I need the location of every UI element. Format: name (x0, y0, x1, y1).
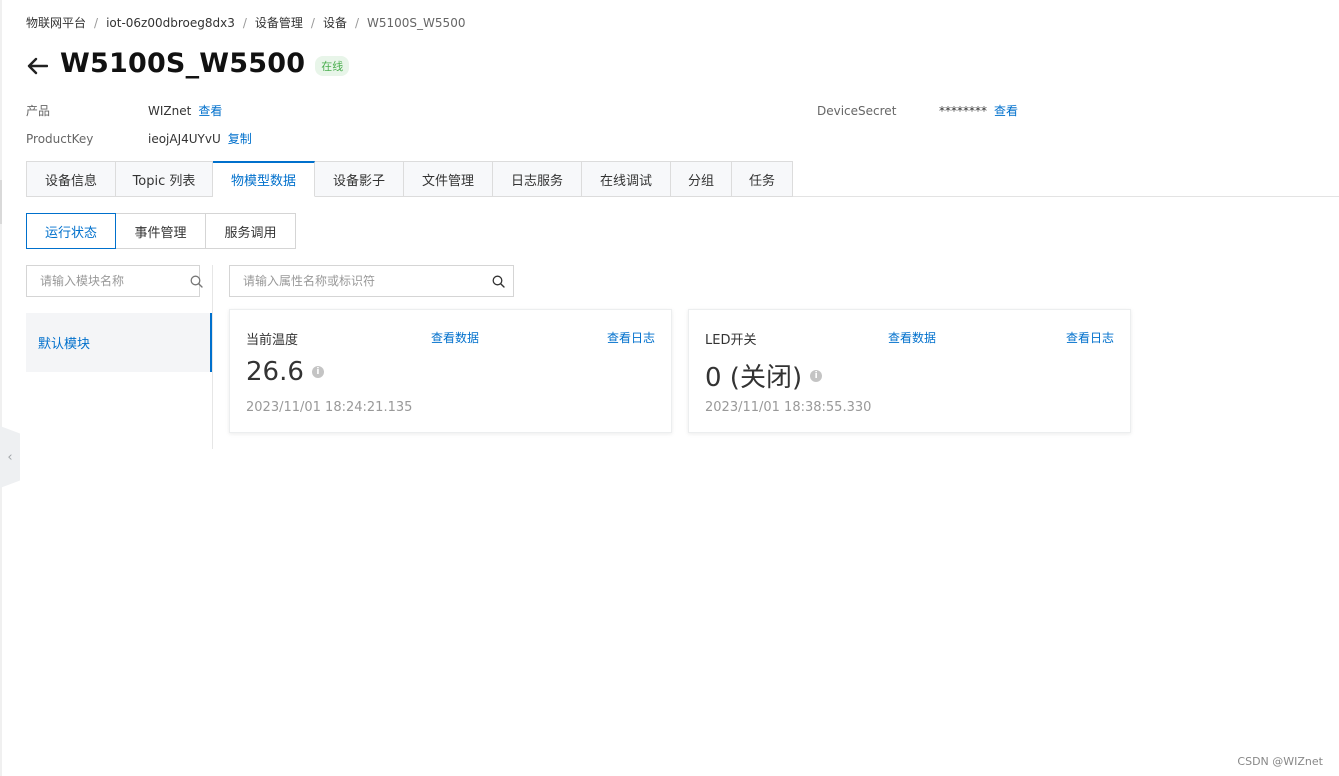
breadcrumb-separator: / (354, 15, 360, 30)
property-name: 当前温度 (246, 333, 299, 348)
breadcrumb-device[interactable]: 设备 (323, 14, 347, 31)
breadcrumb-separator: / (242, 15, 247, 30)
search-icon[interactable] (190, 266, 203, 296)
main-tabs: 设备信息 Topic 列表 物模型数据 设备影子 文件管理 日志服务 在线调试 … (26, 161, 793, 197)
product-label: 产品 (26, 104, 51, 118)
left-edge (0, 0, 2, 776)
breadcrumb-instance[interactable]: iot-06z00dbroeg8dx3 (106, 16, 235, 30)
tab-online-debug[interactable]: 在线调试 (582, 161, 671, 197)
property-value-row: 0 (关闭) i (705, 357, 823, 394)
productkey-label: ProductKey (26, 131, 94, 146)
sidebar-expand-handle[interactable]: ‹ (0, 426, 20, 488)
chevron-left-icon: ‹ (7, 449, 13, 465)
sub-tabs: 运行状态 事件管理 服务调用 (26, 213, 296, 249)
tab-thing-model-data[interactable]: 物模型数据 (213, 161, 315, 197)
info-icon[interactable]: i (311, 366, 324, 378)
tab-tasks[interactable]: 任务 (732, 161, 793, 197)
left-notch (0, 180, 2, 224)
page-title: W5100S_W5500 (60, 48, 306, 79)
info-devicesecret: DeviceSecret ******** 查看 (817, 102, 1018, 119)
property-value: 0 (关闭) (705, 363, 803, 393)
tab-device-shadow[interactable]: 设备影子 (315, 161, 404, 197)
product-view-link[interactable]: 查看 (198, 102, 222, 119)
status-badge: 在线 (315, 55, 350, 76)
breadcrumb-separator: / (310, 15, 315, 30)
productkey-value: ieojAJ4UYvU (148, 131, 221, 146)
property-name: LED开关 (705, 333, 757, 348)
breadcrumb-current: W5100S_W5500 (367, 15, 466, 30)
view-log-link[interactable]: 查看日志 (607, 329, 655, 346)
breadcrumb-device-management[interactable]: 设备管理 (255, 14, 303, 31)
property-search-box (229, 265, 514, 297)
info-product: 产品 WIZnet 查看 (26, 102, 222, 119)
module-item-label: 默认模块 (38, 337, 91, 352)
view-log-link[interactable]: 查看日志 (1066, 329, 1114, 346)
module-search-input[interactable] (27, 266, 190, 296)
devicesecret-value: ******** (939, 103, 987, 118)
tab-topic-list[interactable]: Topic 列表 (116, 161, 213, 197)
view-data-link[interactable]: 查看数据 (431, 329, 479, 346)
productkey-copy-link[interactable]: 复制 (228, 130, 252, 147)
property-value-row: 26.6 i (246, 357, 324, 387)
breadcrumb-separator: / (94, 15, 99, 30)
info-productkey: ProductKey ieojAJ4UYvU 复制 (26, 130, 252, 147)
tab-groups[interactable]: 分组 (671, 161, 732, 197)
property-timestamp: 2023/11/01 18:38:55.330 (705, 400, 872, 415)
view-data-link[interactable]: 查看数据 (888, 329, 936, 346)
devicesecret-view-link[interactable]: 查看 (994, 102, 1018, 119)
module-search-box (26, 265, 203, 297)
subtab-event-management[interactable]: 事件管理 (115, 213, 206, 249)
breadcrumb-iot-platform[interactable]: 物联网平台 (26, 14, 86, 31)
breadcrumb: 物联网平台 / iot-06z00dbroeg8dx3 / 设备管理 / 设备 … (26, 14, 465, 31)
module-item-default[interactable]: 默认模块 (26, 313, 212, 372)
product-value: WIZnet (148, 103, 192, 118)
property-card-temperature: 当前温度 查看数据 查看日志 26.6 i 2023/11/01 18:24:2… (229, 309, 672, 433)
info-icon[interactable]: i (810, 369, 823, 382)
tab-file-management[interactable]: 文件管理 (404, 161, 493, 197)
back-arrow-icon[interactable] (24, 53, 50, 79)
devicesecret-label: DeviceSecret (817, 103, 897, 118)
module-divider (212, 265, 213, 449)
watermark: CSDN @WIZnet (1237, 755, 1323, 768)
property-timestamp: 2023/11/01 18:24:21.135 (246, 400, 413, 415)
search-icon[interactable] (483, 266, 513, 296)
title-row: W5100S_W5500 在线 (24, 48, 350, 79)
property-value: 26.6 (246, 357, 304, 387)
property-card-led-switch: LED开关 查看数据 查看日志 0 (关闭) i 2023/11/01 18:3… (688, 309, 1131, 433)
subtab-service-call[interactable]: 服务调用 (205, 213, 296, 249)
property-search-input[interactable] (230, 266, 483, 296)
tab-device-info[interactable]: 设备信息 (26, 161, 116, 197)
tab-log-service[interactable]: 日志服务 (493, 161, 582, 197)
subtab-running-status[interactable]: 运行状态 (26, 213, 116, 249)
